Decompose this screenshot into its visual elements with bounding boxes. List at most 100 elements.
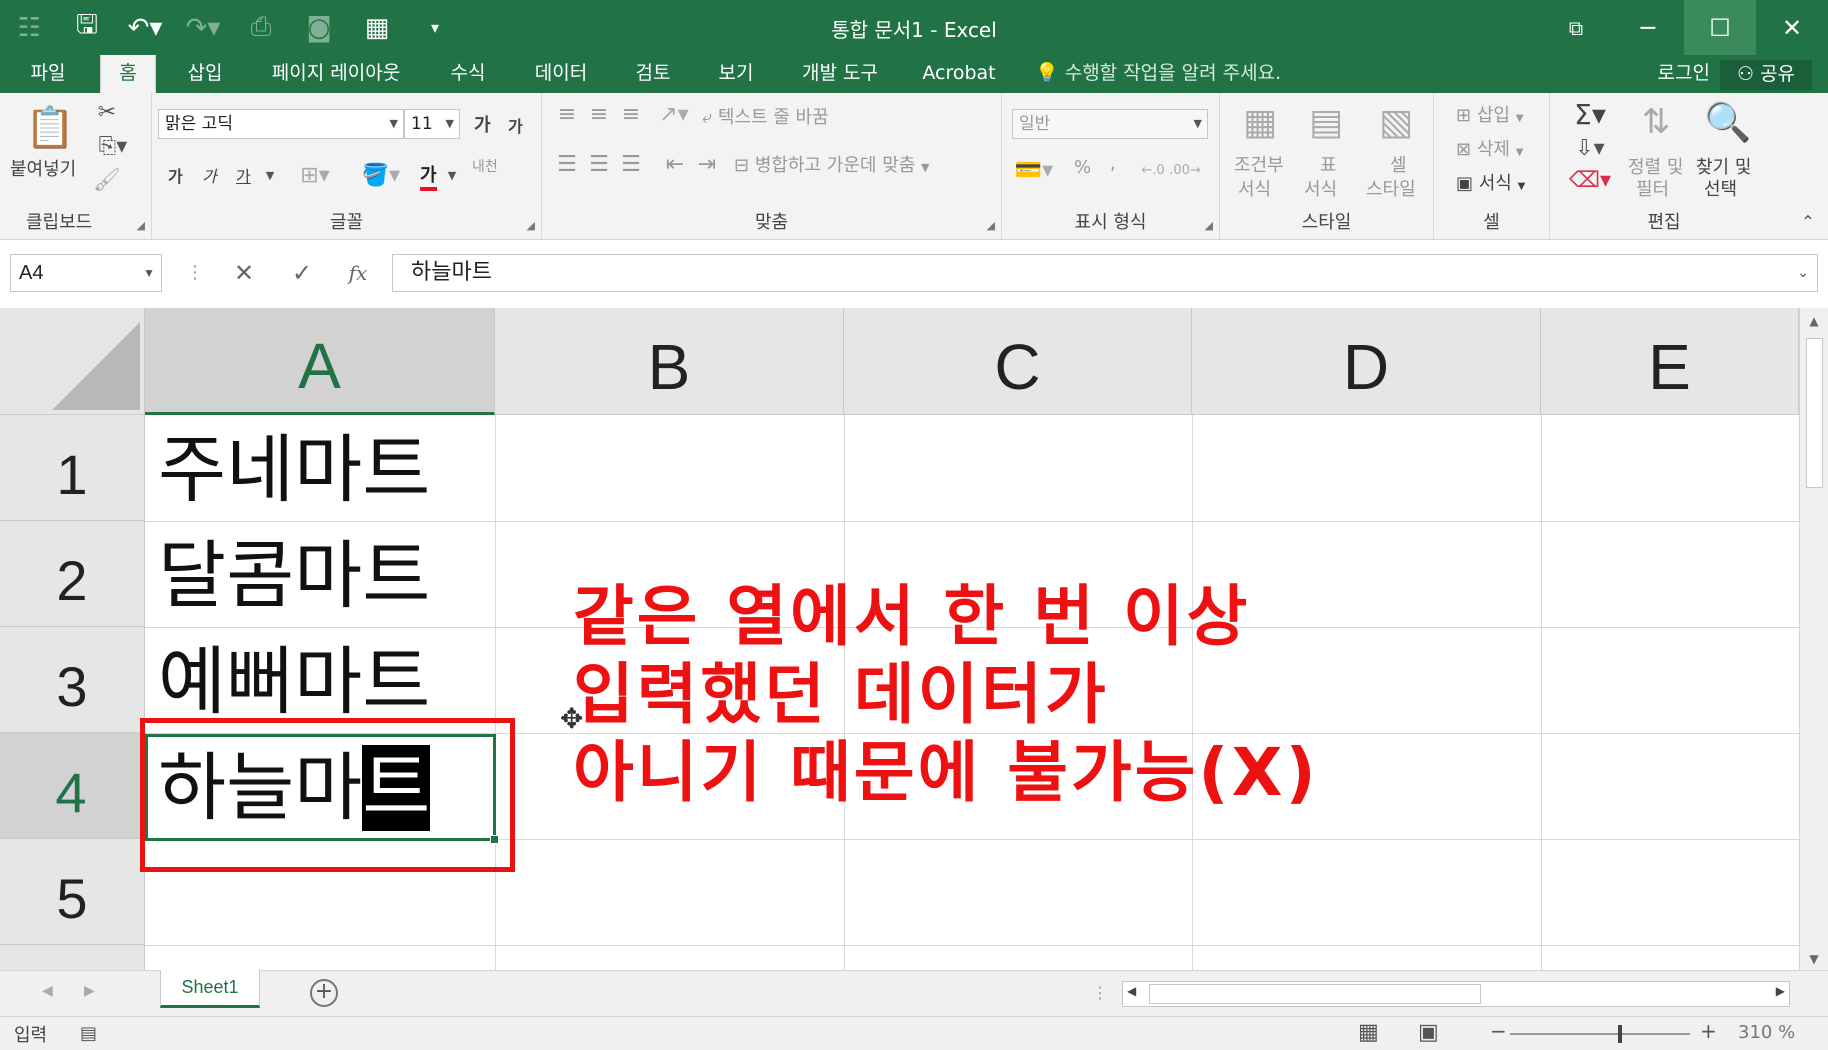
italic-button[interactable]: 가 — [202, 163, 217, 187]
align-middle-icon[interactable]: ≡ — [584, 99, 614, 129]
row-header-3[interactable]: 3 — [0, 627, 145, 733]
increase-decimal-icon[interactable]: ←.0 — [1138, 155, 1168, 185]
wrap-text-button[interactable]: ⤶ 텍스트 줄 바꿈 — [702, 103, 829, 129]
chevron-down-icon[interactable]: ▼ — [262, 163, 278, 187]
alignment-launcher-icon[interactable]: ◢ — [987, 219, 995, 232]
share-button[interactable]: ⚇ 공유 — [1720, 60, 1812, 90]
grid-icon[interactable]: ☷ — [0, 0, 58, 55]
percent-button[interactable]: % — [1074, 157, 1091, 178]
align-top-icon[interactable]: ≡ — [552, 99, 582, 129]
login-link[interactable]: 로그인 — [1658, 55, 1710, 91]
tab-insert[interactable]: 삽입 — [175, 55, 235, 93]
form-icon[interactable]: ▦ — [348, 0, 406, 55]
insert-cells-button[interactable]: ⊞ 삽입 ▼ — [1456, 101, 1523, 127]
ribbon-display-icon[interactable]: ⧉ — [1540, 0, 1612, 55]
decrease-decimal-icon[interactable]: .00→ — [1169, 155, 1201, 185]
formula-input[interactable]: 하늘마트 ⌄ — [392, 254, 1818, 292]
scroll-thumb[interactable] — [1149, 984, 1481, 1004]
delete-cells-button[interactable]: ⊠ 삭제 ▼ — [1456, 135, 1523, 161]
font-size-select[interactable]: 11 ▼ — [404, 109, 460, 139]
number-launcher-icon[interactable]: ◢ — [1205, 219, 1213, 232]
column-header-b[interactable]: B — [495, 308, 844, 415]
autosum-icon[interactable]: Σ▾ — [1570, 97, 1610, 131]
next-sheet-icon[interactable]: ▶ — [84, 983, 95, 999]
chevron-down-icon[interactable]: ▼ — [444, 163, 460, 187]
align-center-icon[interactable]: ☰ — [584, 149, 614, 179]
macro-record-icon[interactable]: ▤ — [80, 1023, 97, 1044]
decrease-indent-icon[interactable]: ⇤ — [660, 149, 690, 179]
add-sheet-icon[interactable]: + — [310, 979, 338, 1007]
confirm-entry-icon[interactable]: ✓ — [278, 254, 326, 292]
scroll-down-icon[interactable]: ▼ — [1800, 952, 1828, 966]
copy-icon[interactable]: ⎘▾ — [92, 131, 134, 161]
comma-button[interactable]: , — [1110, 153, 1116, 174]
align-right-icon[interactable]: ☰ — [616, 149, 646, 179]
tab-acrobat[interactable]: Acrobat — [918, 55, 1000, 93]
zoom-level[interactable]: 310 % — [1738, 1022, 1795, 1043]
maximize-button[interactable]: ☐ — [1684, 0, 1756, 55]
zoom-in-icon[interactable]: + — [1700, 1019, 1717, 1043]
clear-icon[interactable]: ⌫▾ — [1569, 165, 1611, 195]
underline-button[interactable]: 가 — [236, 163, 251, 187]
drag-handle-icon[interactable]: ⋮ — [186, 262, 204, 283]
fill-icon[interactable]: ⇩▾ — [1570, 133, 1610, 163]
row-header-2[interactable]: 2 — [0, 521, 145, 627]
zoom-out-icon[interactable]: − — [1490, 1019, 1507, 1043]
cancel-entry-icon[interactable]: ✕ — [220, 254, 268, 292]
bold-button[interactable]: 가 — [168, 163, 183, 187]
fill-color-icon[interactable]: 🪣▾ — [358, 161, 404, 189]
collapse-ribbon-icon[interactable]: ⌃ — [1796, 209, 1820, 233]
align-left-icon[interactable]: ☰ — [552, 149, 582, 179]
insert-function-icon[interactable]: fx — [334, 254, 382, 292]
column-header-d[interactable]: D — [1192, 308, 1541, 415]
scroll-right-icon[interactable]: ▶ — [1776, 984, 1785, 998]
align-bottom-icon[interactable]: ≡ — [616, 99, 646, 129]
undo-icon[interactable]: ↶▾ — [116, 0, 174, 55]
accounting-icon[interactable]: 💳▾ — [1012, 155, 1056, 185]
camera-icon[interactable]: ◙ — [290, 0, 348, 55]
tab-formulas[interactable]: 수식 — [440, 55, 496, 93]
sort-filter-icon[interactable]: ⇅ — [1628, 97, 1684, 147]
vertical-scrollbar[interactable]: ▲ ▼ — [1799, 308, 1828, 970]
save-icon[interactable]: 🖫 — [58, 0, 116, 55]
grow-font-button[interactable]: 가 — [474, 111, 491, 137]
horizontal-scrollbar[interactable]: ◀ ▶ — [1122, 981, 1790, 1007]
row-header-5[interactable]: 5 — [0, 839, 145, 945]
scroll-up-icon[interactable]: ▲ — [1800, 314, 1828, 328]
scroll-left-icon[interactable]: ◀ — [1127, 984, 1136, 998]
redo-icon[interactable]: ↷▾ — [174, 0, 232, 55]
shrink-font-button[interactable]: 가 — [508, 113, 523, 137]
customize-icon[interactable]: ▾ — [406, 0, 464, 55]
phonetic-button[interactable]: 내천 — [472, 159, 500, 175]
tab-review[interactable]: 검토 — [625, 55, 681, 93]
scroll-thumb[interactable] — [1806, 338, 1823, 488]
normal-view-icon[interactable]: ▦ — [1358, 1020, 1379, 1045]
tab-page-layout[interactable]: 페이지 레이아웃 — [262, 55, 410, 93]
cut-icon[interactable]: ✂ — [92, 97, 122, 127]
clipboard-launcher-icon[interactable]: ◢ — [137, 219, 145, 232]
tell-me-box[interactable]: 💡 수행할 작업을 알려 주세요. — [1035, 55, 1281, 93]
row-header-4[interactable]: 4 — [0, 733, 145, 839]
sheet-tab-sheet1[interactable]: Sheet1 — [160, 970, 260, 1008]
drag-handle-icon[interactable]: ⋮ — [1092, 983, 1108, 1002]
paste-button[interactable]: 붙여넣기 — [10, 155, 76, 181]
cell-a2[interactable]: 달콤마트 — [158, 523, 430, 629]
cell-a1[interactable]: 주네마트 — [158, 417, 430, 523]
tab-view[interactable]: 보기 — [708, 55, 764, 93]
column-header-e[interactable]: E — [1541, 308, 1799, 415]
tab-home[interactable]: 홈 — [100, 55, 156, 93]
conditional-format-icon[interactable]: ▦ — [1234, 97, 1286, 147]
tab-file[interactable]: 파일 — [18, 55, 78, 93]
zoom-slider[interactable] — [1510, 1025, 1690, 1043]
orientation-icon[interactable]: ↗▾ — [654, 99, 694, 129]
print-preview-icon[interactable]: ⎙ — [232, 0, 290, 55]
number-format-select[interactable]: 일반 ▼ — [1012, 109, 1208, 139]
merge-center-button[interactable]: ⊟ 병합하고 가운데 맞춤 ▼ — [734, 151, 930, 177]
font-color-button[interactable]: 가 — [420, 161, 437, 191]
tab-data[interactable]: 데이터 — [526, 55, 596, 93]
find-select-icon[interactable]: 🔍 — [1700, 97, 1756, 147]
row-header-6[interactable] — [0, 945, 145, 970]
tab-developer[interactable]: 개발 도구 — [795, 55, 885, 93]
font-launcher-icon[interactable]: ◢ — [527, 219, 535, 232]
increase-indent-icon[interactable]: ⇥ — [692, 149, 722, 179]
